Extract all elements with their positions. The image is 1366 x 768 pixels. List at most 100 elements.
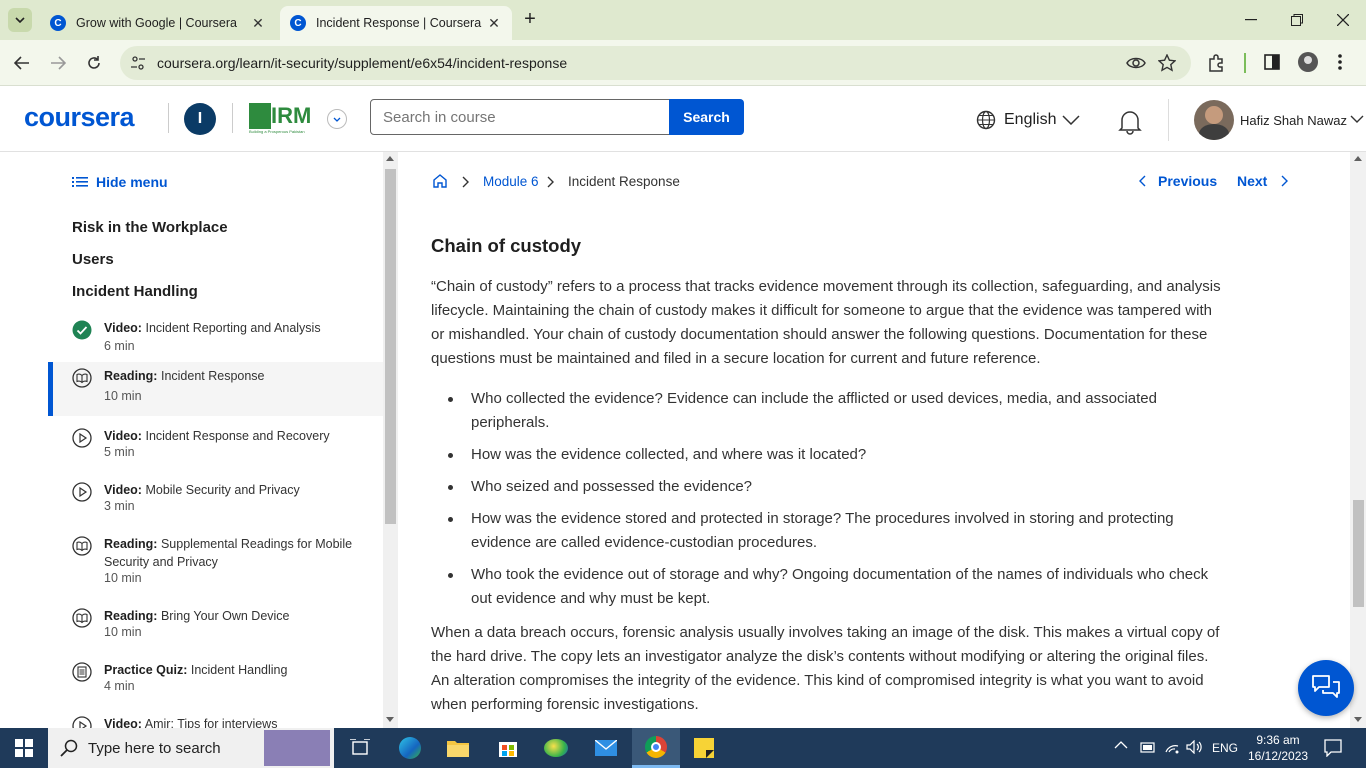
close-icon[interactable]: ✕: [486, 15, 502, 31]
course-search-input[interactable]: [370, 99, 670, 135]
module-section-title[interactable]: Users: [72, 251, 114, 268]
chevron-down-icon: [15, 17, 25, 23]
hide-menu-button[interactable]: Hide menu: [72, 174, 168, 190]
mail-icon[interactable]: [582, 728, 630, 768]
header-divider: [168, 103, 169, 133]
new-tab-plus-icon[interactable]: +: [520, 9, 540, 30]
notification-bell-icon[interactable]: [1118, 109, 1142, 135]
restore-button[interactable]: [1274, 6, 1320, 34]
sticky-notes-icon[interactable]: [680, 728, 728, 768]
microsoft-store-icon[interactable]: [484, 728, 532, 768]
toolbar-divider: [1244, 53, 1246, 73]
browser-tab-active[interactable]: C Incident Response | Coursera ✕: [280, 6, 512, 40]
user-avatar[interactable]: [1194, 100, 1234, 140]
module-section-title[interactable]: Risk in the Workplace: [72, 219, 228, 236]
module-section-title[interactable]: Incident Handling: [72, 283, 198, 300]
chat-button[interactable]: [1298, 660, 1354, 716]
sidebar-item-reading-supplemental[interactable]: Reading: Supplemental Readings for Mobil…: [48, 530, 383, 594]
address-bar[interactable]: coursera.org/learn/it-security/supplemen…: [120, 46, 1191, 80]
minimize-button[interactable]: [1228, 6, 1274, 34]
scroll-down-arrow-icon[interactable]: [386, 717, 394, 722]
sidebar-item-video-mobile-security[interactable]: Video: Mobile Security and Privacy 3 min: [48, 476, 383, 530]
tab-title: Grow with Google | Coursera: [76, 16, 237, 30]
reload-icon[interactable]: [80, 49, 108, 77]
language-selector[interactable]: English: [1004, 111, 1056, 129]
list-item: Who collected the evidence? Evidence can…: [431, 387, 1221, 435]
chevron-down-icon[interactable]: [1062, 115, 1080, 125]
browser-toolbar: coursera.org/learn/it-security/supplemen…: [0, 40, 1366, 86]
chevron-down-icon[interactable]: [1350, 115, 1364, 124]
notification-center-icon[interactable]: [1324, 739, 1342, 757]
clock-date: 16/12/2023: [1248, 749, 1309, 763]
file-explorer-icon[interactable]: [434, 728, 482, 768]
section-heading: Chain of custody: [431, 235, 582, 256]
next-button[interactable]: Next: [1237, 173, 1289, 189]
scroll-down-arrow-icon[interactable]: [1354, 717, 1362, 722]
forward-arrow-icon[interactable]: [44, 49, 72, 77]
battery-icon[interactable]: [1140, 740, 1156, 754]
coursera-logo[interactable]: coursera: [24, 102, 135, 133]
book-icon: [72, 536, 92, 556]
coursera-favicon-icon: C: [50, 15, 66, 31]
clock[interactable]: 9:36 am 16/12/2023: [1248, 732, 1308, 764]
search-highlight-image: [264, 730, 330, 766]
list-item: How was the evidence collected, and wher…: [431, 443, 1221, 467]
edge-browser-icon[interactable]: [386, 728, 434, 768]
site-settings-icon[interactable]: [130, 55, 146, 71]
eye-icon[interactable]: [1126, 55, 1146, 71]
windows-start-icon[interactable]: [0, 728, 48, 768]
breadcrumb-current: Incident Response: [568, 174, 680, 189]
coursera-header: coursera I IRM Building a Prosperous Pak…: [0, 87, 1366, 152]
sidebar-item-video-amir-tips[interactable]: Video: Amir: Tips for interviews: [48, 710, 383, 728]
book-icon: [72, 608, 92, 628]
close-icon[interactable]: ✕: [250, 15, 266, 31]
globe-icon: [976, 110, 996, 130]
back-arrow-icon[interactable]: [8, 49, 36, 77]
header-divider: [232, 103, 233, 133]
taskbar-search-box[interactable]: Type here to search: [48, 728, 334, 768]
profile-avatar-icon[interactable]: [1298, 52, 1318, 72]
user-name[interactable]: Hafiz Shah Nawaz: [1240, 113, 1347, 128]
chevron-right-icon: [462, 176, 470, 188]
browser-tab[interactable]: C Grow with Google | Coursera ✕: [40, 6, 276, 40]
sidebar-item-quiz-incident-handling[interactable]: Practice Quiz: Incident Handling 4 min: [48, 656, 383, 710]
input-language[interactable]: ENG: [1212, 741, 1238, 755]
tab-search-button[interactable]: [8, 8, 32, 32]
scrollbar-thumb[interactable]: [385, 169, 396, 524]
list-item: Who seized and possessed the evidence?: [431, 475, 1221, 499]
leaf-icon: [249, 103, 271, 129]
task-view-icon[interactable]: [336, 728, 384, 768]
extensions-puzzle-icon[interactable]: [1208, 54, 1226, 72]
scroll-up-arrow-icon[interactable]: [386, 156, 394, 161]
check-circle-icon: [72, 320, 92, 340]
chevron-right-icon: [547, 176, 555, 188]
side-panel-icon[interactable]: [1264, 54, 1280, 70]
play-circle-icon: [72, 428, 92, 448]
irm-partner-logo[interactable]: IRM Building a Prosperous Pakistan: [249, 103, 316, 135]
photos-app-icon[interactable]: [532, 728, 580, 768]
windows-taskbar: Type here to search ENG 9:36 am 16/12/20…: [0, 728, 1366, 768]
sidebar-item-reading-incident-response[interactable]: Reading: Incident Response 10 min: [48, 362, 383, 416]
org-switch-chevron-icon[interactable]: [327, 109, 347, 129]
wifi-icon[interactable]: [1164, 740, 1180, 754]
book-icon: [72, 368, 92, 388]
scrollbar-thumb[interactable]: [1353, 500, 1364, 607]
chrome-icon[interactable]: [632, 728, 680, 768]
sidebar-item-reading-byod[interactable]: Reading: Bring Your Own Device 10 min: [48, 602, 383, 656]
volume-icon[interactable]: [1186, 740, 1202, 754]
header-divider: [1168, 99, 1169, 141]
scroll-up-arrow-icon[interactable]: [1354, 156, 1362, 161]
content-scrollbar[interactable]: [1350, 152, 1366, 728]
search-button[interactable]: Search: [669, 99, 744, 135]
window-close-button[interactable]: [1320, 6, 1366, 34]
bookmark-star-icon[interactable]: [1158, 54, 1176, 72]
sidebar-scrollbar[interactable]: [383, 152, 398, 728]
org-badge[interactable]: I: [184, 103, 216, 135]
sidebar-item-video-incident-recovery[interactable]: Video: Incident Response and Recovery 5 …: [48, 422, 383, 476]
kebab-menu-icon[interactable]: [1338, 53, 1342, 71]
previous-button[interactable]: Previous: [1138, 173, 1217, 189]
tray-chevron-up-icon[interactable]: [1114, 741, 1128, 749]
breadcrumb-module-link[interactable]: Module 6: [483, 174, 539, 189]
sidebar-item-video-incident-reporting[interactable]: Video: Incident Reporting and Analysis 6…: [48, 314, 383, 368]
home-icon[interactable]: [432, 173, 448, 189]
